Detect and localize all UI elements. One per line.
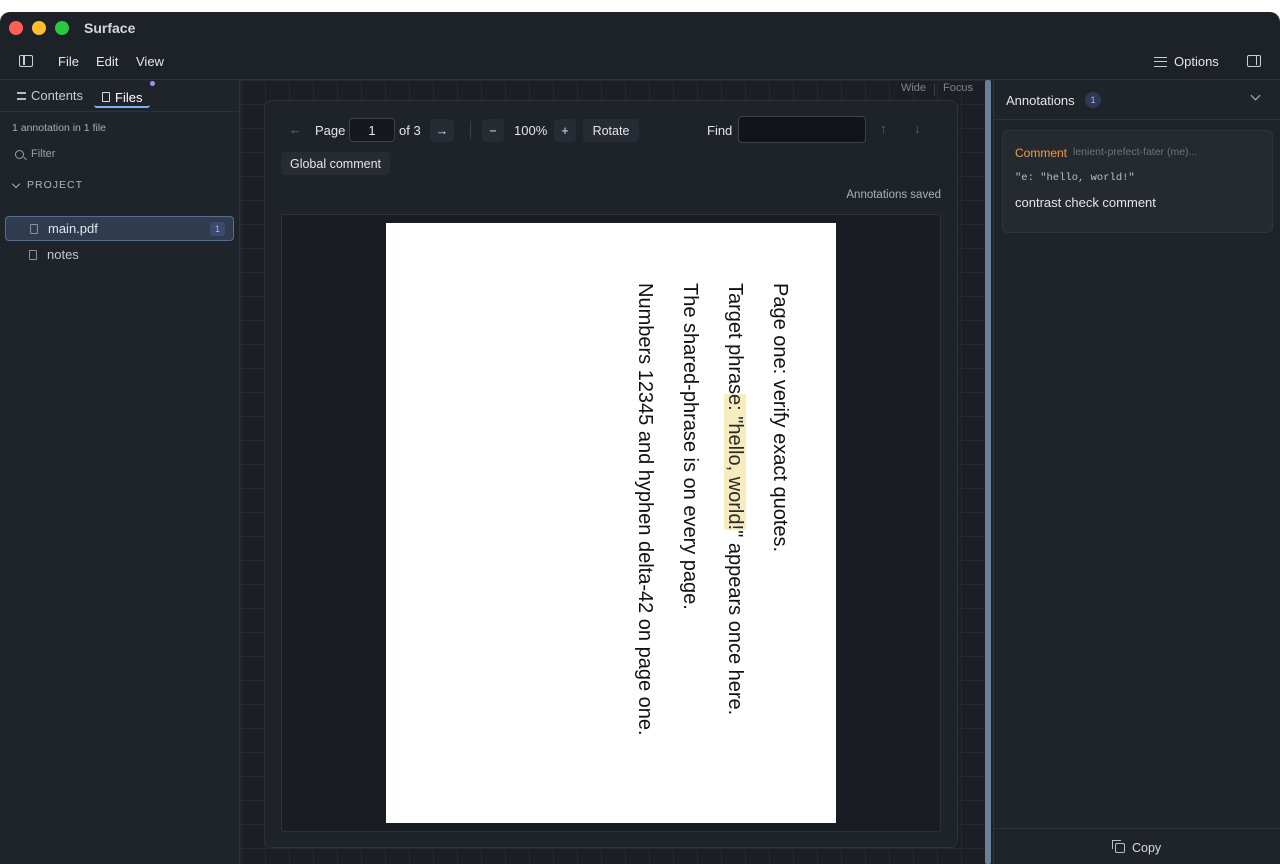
viewer-area: Wide Focus ← Page of 3 → − 100% + Rotate… xyxy=(241,80,985,864)
chevron-down-icon xyxy=(11,179,21,188)
document-line-with-highlight: Target phrase: "hello, world!" appears o… xyxy=(723,283,746,715)
tab-contents-label: Contents xyxy=(31,88,84,103)
toggle-right-panel-icon[interactable] xyxy=(1247,55,1261,67)
file-name: main.pdf xyxy=(48,221,98,236)
annotation-author: lenient-prefect-fater (me)... xyxy=(1073,146,1198,158)
file-name: notes xyxy=(47,247,79,262)
sidebar: Contents Files 1 annotation in 1 file Fi… xyxy=(0,80,240,864)
document-line: Numbers 12345 and hyphen delta-42 on pag… xyxy=(634,283,656,736)
text-segment: " appears once here. xyxy=(724,530,746,716)
copy-button[interactable]: Copy xyxy=(1112,840,1162,855)
sidebar-tabs: Contents Files xyxy=(0,80,240,112)
document-line: The shared-phrase is on every page. xyxy=(679,283,701,610)
find-label: Find xyxy=(707,123,733,138)
annotations-header: Annotations 1 xyxy=(994,80,1280,120)
title-bar: Surface xyxy=(0,12,1280,44)
find-input[interactable] xyxy=(738,116,866,143)
file-icon xyxy=(102,92,110,102)
annotation-highlight[interactable]: e: "hello, world! xyxy=(724,394,746,531)
toggle-left-sidebar-icon[interactable] xyxy=(19,55,33,67)
find-next-button[interactable]: ↓ xyxy=(914,121,921,136)
next-page-button[interactable]: → xyxy=(430,119,454,142)
file-item-notes[interactable]: notes xyxy=(5,242,234,267)
document-line: Page one: verify exact quotes. xyxy=(769,283,791,553)
project-section-header[interactable]: PROJECT xyxy=(11,179,84,191)
panel-resize-handle[interactable] xyxy=(985,80,991,864)
rotate-button[interactable]: Rotate xyxy=(583,119,639,142)
tab-indicator-dot xyxy=(150,81,155,86)
divider xyxy=(934,84,936,96)
annotation-card[interactable]: Comment lenient-prefect-fater (me)... "e… xyxy=(1002,130,1273,233)
pdf-page[interactable]: Page one: verify exact quotes. Target ph… xyxy=(386,223,836,823)
tab-contents[interactable]: Contents xyxy=(17,88,83,103)
file-item-main-pdf[interactable]: main.pdf 1 xyxy=(5,216,234,241)
page-number-input[interactable] xyxy=(349,118,395,142)
tab-files-label: Files xyxy=(115,89,143,105)
options-button[interactable]: Options xyxy=(1154,54,1219,69)
filter-input[interactable]: Filter xyxy=(15,148,55,160)
mode-wide[interactable]: Wide xyxy=(901,82,926,96)
menu-bar: File Edit View Options xyxy=(0,44,1280,80)
mode-focus[interactable]: Focus xyxy=(943,82,973,96)
file-icon xyxy=(30,223,38,234)
document-canvas: Page one: verify exact quotes. Target ph… xyxy=(281,214,941,832)
pdf-viewer-panel: ← Page of 3 → − 100% + Rotate Find ↑ ↓ G… xyxy=(264,100,958,848)
zoom-in-button[interactable]: + xyxy=(554,119,576,142)
tab-files[interactable]: Files xyxy=(94,86,151,108)
annotation-quote: "e: "hello, world!" xyxy=(1015,172,1135,184)
options-label: Options xyxy=(1174,54,1219,69)
copy-label: Copy xyxy=(1132,841,1162,855)
annotation-comment: contrast check comment xyxy=(1015,195,1156,210)
filter-placeholder: Filter xyxy=(31,148,56,160)
zoom-level: 100% xyxy=(514,123,548,138)
page-count: of 3 xyxy=(399,123,421,138)
annotations-panel: Annotations 1 Comment lenient-prefect-fa… xyxy=(993,80,1280,864)
file-icon xyxy=(29,249,37,260)
annotations-count-badge: 1 xyxy=(1085,92,1101,108)
annotations-title: Annotations xyxy=(1006,93,1075,108)
close-window-button[interactable] xyxy=(9,21,23,35)
menu-file[interactable]: File xyxy=(58,54,79,69)
annotation-type: Comment xyxy=(1015,146,1068,160)
toolbar-divider xyxy=(470,121,471,139)
previous-page-button[interactable]: ← xyxy=(289,122,302,137)
menu-icon xyxy=(1154,56,1167,67)
find-previous-button[interactable]: ↑ xyxy=(880,121,887,136)
chevron-down-icon[interactable] xyxy=(1250,90,1261,101)
annotation-count-badge: 1 xyxy=(210,222,225,236)
view-mode-switch: Wide Focus xyxy=(901,82,973,96)
page-label: Page xyxy=(315,123,346,138)
menu-view[interactable]: View xyxy=(136,54,164,69)
menu-edit[interactable]: Edit xyxy=(96,54,118,69)
global-comment-button[interactable]: Global comment xyxy=(281,152,390,175)
maximize-window-button[interactable] xyxy=(55,21,69,35)
minimize-window-button[interactable] xyxy=(32,21,46,35)
text-segment: Target phras xyxy=(724,283,746,395)
copy-icon xyxy=(1112,840,1125,853)
save-status: Annotations saved xyxy=(846,189,941,201)
zoom-out-button[interactable]: − xyxy=(482,119,504,142)
app-title: Surface xyxy=(84,20,136,36)
annotations-footer: Copy xyxy=(994,828,1280,864)
app-window: Surface File Edit View Options Contents … xyxy=(0,12,1280,864)
project-label: PROJECT xyxy=(27,179,84,191)
annotation-summary: 1 annotation in 1 file xyxy=(12,122,106,134)
search-icon xyxy=(15,149,24,159)
list-icon xyxy=(17,91,26,100)
